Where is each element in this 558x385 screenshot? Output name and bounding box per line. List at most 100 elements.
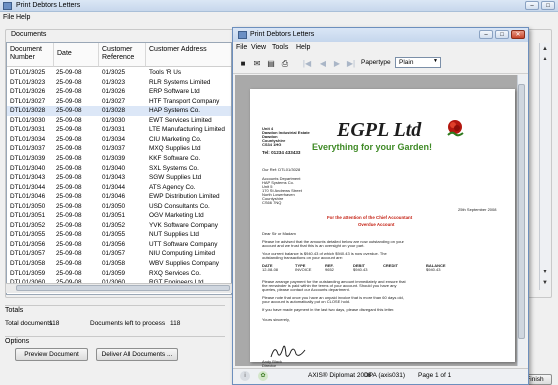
subject-line: Overdue Account xyxy=(358,222,395,227)
preview-maximize-icon[interactable]: □ xyxy=(495,30,509,39)
documents-grid[interactable]: Document Number Date Customer Reference … xyxy=(6,42,232,295)
paragraph: queries, please contact our Accounts dep… xyxy=(262,287,350,292)
previous-page-icon[interactable]: ◀ xyxy=(318,59,328,68)
date-cell: 25-09-08 xyxy=(56,183,82,191)
document-number-cell: DTL01/3040 xyxy=(10,164,46,172)
customer-reference-cell: 01/3040 xyxy=(102,164,126,172)
document-number-cell: DTL01/3025 xyxy=(10,69,46,76)
page-setup-icon[interactable]: ▤ xyxy=(266,59,276,68)
documents-left-label: Documents left to process xyxy=(90,320,166,327)
table-row[interactable]: DTL01/3058 25-09-08 01/3058 WBV Supplies Co… xyxy=(7,259,231,269)
table-row[interactable]: DTL01/3055 25-09-08 01/3055 NUT Supplies Lt… xyxy=(7,230,231,240)
save-icon[interactable]: ■ xyxy=(238,59,248,68)
table-row[interactable]: DTL01/3025 25-09-08 01/3025 Tools 'R Us xyxy=(7,68,231,78)
table-row[interactable]: DTL01/3046 25-09-08 01/3046 EWP Distributio… xyxy=(7,192,231,202)
total-documents-label: Total documents xyxy=(5,320,53,327)
customer-address-cell: LTE Manufacturing Limited xyxy=(149,126,225,134)
preview-app-icon xyxy=(238,31,247,39)
status-product: AXIS® Diplomat 2008 xyxy=(308,372,372,379)
table-row[interactable]: DTL01/3028 25-09-08 01/3028 HAP Systems Co. xyxy=(7,106,231,116)
document-number-cell: DTL01/3059 xyxy=(10,269,46,277)
table-row[interactable]: DTL01/3052 25-09-08 01/3052 YVK Software Co… xyxy=(7,221,231,231)
scroll-up-icon[interactable]: ▴ xyxy=(540,55,550,64)
customer-reference-cell: 01/3056 xyxy=(102,240,126,248)
sender-tel: Tel: 01234 433433 xyxy=(262,150,301,155)
customer-address-cell: KKF Software Co. xyxy=(149,154,201,162)
table-row[interactable]: DTL01/3040 25-09-08 01/3040 SXL Systems Co. xyxy=(7,164,231,174)
maximize-icon[interactable]: □ xyxy=(541,1,555,10)
table-row[interactable]: DTL01/3050 25-09-08 01/3050 USD Consultants… xyxy=(7,202,231,212)
table-row[interactable]: DTL01/3056 25-09-08 01/3056 UTT Software Co… xyxy=(7,240,231,250)
customer-address-cell: OGV Marketing Ltd xyxy=(149,212,204,220)
grid-vertical-scrollbar[interactable]: ▲ ▴ ▾ ▼ xyxy=(539,43,550,290)
table-row[interactable]: DTL01/3051 25-09-08 01/3051 OGV Marketing L… xyxy=(7,211,231,221)
chevron-down-icon[interactable]: ▼ xyxy=(433,58,438,64)
document-number-cell: DTL01/3043 xyxy=(10,174,46,182)
horizontal-scroll-thumb[interactable] xyxy=(16,285,230,291)
table-row[interactable]: DTL01/3026 25-09-08 01/3026 ERP Software Lt… xyxy=(7,87,231,97)
preview-menu-help[interactable]: Help xyxy=(296,44,310,51)
customer-reference-cell: 01/3027 xyxy=(102,97,126,105)
customer-address-cell: Tools 'R Us xyxy=(149,69,182,76)
table-row[interactable]: DTL01/3031 25-09-08 01/3031 LTE Manufacturi… xyxy=(7,125,231,135)
date-cell: 25-09-08 xyxy=(56,212,82,220)
customer-address-cell: NUT Supplies Ltd xyxy=(149,231,199,239)
preview-close-icon[interactable]: ✕ xyxy=(511,30,525,39)
papertype-label: Papertype xyxy=(361,59,391,66)
salutation: Dear Sir or Madam xyxy=(262,231,296,236)
document-number-cell: DTL01/3056 xyxy=(10,240,46,248)
attention-line: For the attention of the Chief Accountan… xyxy=(327,215,413,220)
customer-address-cell: NIU Computing Limited xyxy=(149,250,216,258)
date-cell: 25-09-08 xyxy=(56,164,82,172)
window-title: Print Debtors Letters xyxy=(16,2,81,9)
customer-reference-cell: 01/3058 xyxy=(102,260,126,267)
email-icon[interactable]: ✉ xyxy=(252,59,262,68)
table-row[interactable]: DTL01/3044 25-09-08 01/3044 ATS Agency Co. xyxy=(7,183,231,193)
table-row[interactable]: DTL01/3023 25-09-08 01/3023 RLR Systems Lim… xyxy=(7,78,231,88)
scroll-down-icon[interactable]: ▾ xyxy=(540,268,550,277)
preview-menu-tools[interactable]: Tools xyxy=(272,44,288,51)
table-row[interactable]: DTL01/3057 25-09-08 01/3057 NIU Computing L… xyxy=(7,249,231,259)
company-slogan: Everything for your Garden! xyxy=(312,142,433,152)
table-row[interactable]: DTL01/3027 25-09-08 01/3027 HTF Transport C… xyxy=(7,97,231,107)
column-header-date[interactable]: Date xyxy=(54,43,99,67)
next-page-icon[interactable]: ▶ xyxy=(332,59,342,68)
table-row[interactable]: DTL01/3037 25-09-08 01/3037 MXQ Supplies Lt… xyxy=(7,144,231,154)
preview-document-button[interactable]: Preview Document xyxy=(15,348,88,361)
preview-scroll-thumb[interactable] xyxy=(518,84,525,339)
menu-file[interactable]: File xyxy=(3,14,14,21)
preview-menu-view[interactable]: View xyxy=(251,44,266,51)
table-row[interactable]: DTL01/3030 25-09-08 01/3030 EWT Services Li… xyxy=(7,116,231,126)
deliver-all-documents-button[interactable]: Deliver All Documents ... xyxy=(96,348,178,361)
date-cell: 25-09-08 xyxy=(56,97,82,105)
preview-menu-file[interactable]: File xyxy=(236,44,247,51)
minimize-icon[interactable]: – xyxy=(525,1,539,10)
date-cell: 25-09-08 xyxy=(56,78,82,86)
signature-image xyxy=(270,345,306,358)
first-page-icon[interactable]: |◀ xyxy=(302,59,312,68)
column-header-document-number[interactable]: Document Number xyxy=(7,43,54,67)
customer-address-cell: HTF Transport Company xyxy=(149,97,220,105)
date-cell: 25-09-08 xyxy=(56,260,82,267)
preview-minimize-icon[interactable]: – xyxy=(479,30,493,39)
document-number-cell: DTL01/3031 xyxy=(10,126,46,134)
table-row[interactable]: DTL01/3059 25-09-08 01/3059 RXQ Services Co… xyxy=(7,269,231,279)
scroll-top-icon[interactable]: ▲ xyxy=(540,45,550,54)
print-icon[interactable]: ⎙ xyxy=(280,59,290,68)
customer-reference-cell: 01/3025 xyxy=(102,69,126,76)
table-row[interactable]: DTL01/3039 25-09-08 01/3039 KKF Software Co… xyxy=(7,154,231,164)
date-cell: 25-09-08 xyxy=(56,231,82,239)
menu-help[interactable]: Help xyxy=(16,14,30,21)
date-cell: 25-09-08 xyxy=(56,116,82,124)
last-page-icon[interactable]: ▶| xyxy=(346,59,356,68)
customer-reference-cell: 01/3026 xyxy=(102,88,126,96)
date-cell: 25-09-08 xyxy=(56,269,82,277)
table-row[interactable]: DTL01/3043 25-09-08 01/3043 SGW Supplies Lt… xyxy=(7,173,231,183)
scroll-bottom-icon[interactable]: ▼ xyxy=(540,279,550,288)
column-header-customer-reference[interactable]: Customer Reference xyxy=(99,43,146,67)
date-cell: 25-09-08 xyxy=(56,154,82,162)
column-header-customer-address[interactable]: Customer Address xyxy=(146,43,231,67)
table-row[interactable]: DTL01/3034 25-09-08 01/3034 CIU Marketing C… xyxy=(7,135,231,145)
document-number-cell: DTL01/3046 xyxy=(10,193,46,201)
letter-date: 25th September 2008 xyxy=(458,207,497,212)
